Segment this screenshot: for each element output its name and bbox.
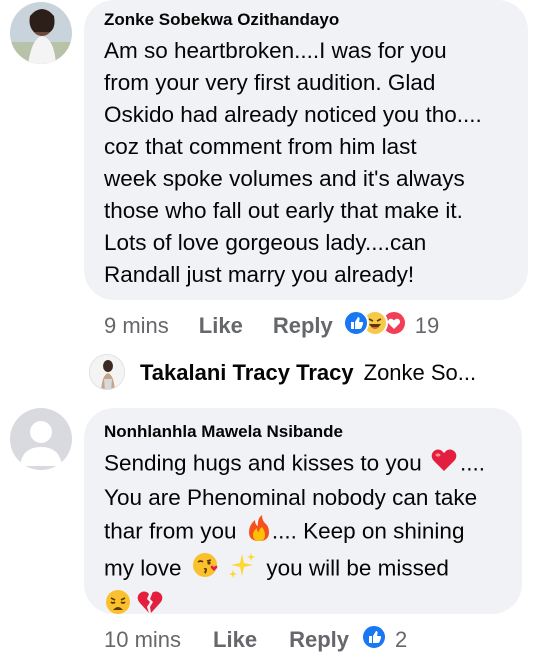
sparkles-emoji-icon (228, 551, 256, 588)
comment-fragment: Sending hugs and kisses to you (104, 450, 422, 476)
comment-actions: 9 mins Like Reply 19 (104, 310, 440, 342)
comment-line: Sending hugs and kisses to you .... (104, 447, 504, 482)
comment-line: Oskido had already noticed you tho.... (104, 102, 482, 127)
kiss-emoji-icon (192, 551, 220, 588)
reply-author[interactable]: Takalani Tracy Tracy (140, 360, 354, 386)
reply-button[interactable]: Reply (273, 313, 333, 339)
like-button[interactable]: Like (199, 313, 243, 339)
comment-line: Lots of love gorgeous lady....can (104, 230, 427, 255)
comment-text: Sending hugs and kisses to you .... You … (104, 447, 504, 625)
comment-author[interactable]: Nonhlanhla Mawela Nsibande (104, 422, 504, 442)
comment-line: thar from you .... Keep on shining (104, 514, 504, 551)
comment-bubble: Zonke Sobekwa Ozithandayo Am so heartbro… (84, 0, 528, 300)
reply-button[interactable]: Reply (289, 627, 349, 653)
comment-timestamp[interactable]: 9 mins (104, 313, 169, 339)
like-icon (361, 624, 387, 656)
reply-preview[interactable]: Takalani Tracy Tracy Zonke So... (140, 358, 476, 388)
broken-heart-emoji-icon (136, 589, 164, 624)
comment-line: Randall just marry you already! (104, 262, 415, 287)
comment-author[interactable]: Zonke Sobekwa Ozithandayo (104, 10, 510, 30)
comment-bubble: Nonhlanhla Mawela Nsibande Sending hugs … (84, 408, 522, 614)
comment-line: week spoke volumes and it's always (104, 166, 465, 191)
like-icon (342, 310, 369, 342)
comment-line: my love you will be missed (104, 551, 504, 588)
comment-fragment: .... Keep on shining (271, 518, 465, 544)
avatar[interactable] (89, 354, 125, 390)
reaction-summary[interactable]: 19 (342, 310, 440, 342)
reaction-summary[interactable]: 2 (361, 624, 407, 656)
comment-text: Am so heartbroken....I was for you from … (104, 35, 510, 291)
avatar[interactable] (10, 408, 72, 470)
comment-line: from your very first audition. Glad (104, 70, 436, 95)
reaction-count: 2 (395, 627, 408, 652)
comment-fragment: thar from you (104, 518, 237, 544)
comment-line (104, 588, 504, 625)
comment-line: those who fall out early that make it. (104, 198, 463, 223)
fire-emoji-icon (247, 514, 271, 551)
comment-timestamp[interactable]: 10 mins (104, 627, 181, 653)
reply-snippet: Zonke So... (363, 360, 477, 385)
comment-line: Am so heartbroken....I was for you (104, 38, 447, 63)
comment-fragment: my love (104, 555, 182, 581)
comment-fragment: you will be missed (266, 555, 449, 581)
reaction-count: 19 (414, 313, 440, 338)
avatar[interactable] (10, 2, 72, 64)
comment-fragment: .... (459, 450, 485, 476)
heart-emoji-icon (430, 447, 458, 482)
weary-emoji-icon (104, 588, 132, 625)
like-button[interactable]: Like (213, 627, 257, 653)
comment-line: coz that comment from him last (104, 134, 417, 159)
comment-actions: 10 mins Like Reply 2 (104, 624, 407, 656)
comment-line: You are Phenominal nobody can take (104, 485, 478, 510)
